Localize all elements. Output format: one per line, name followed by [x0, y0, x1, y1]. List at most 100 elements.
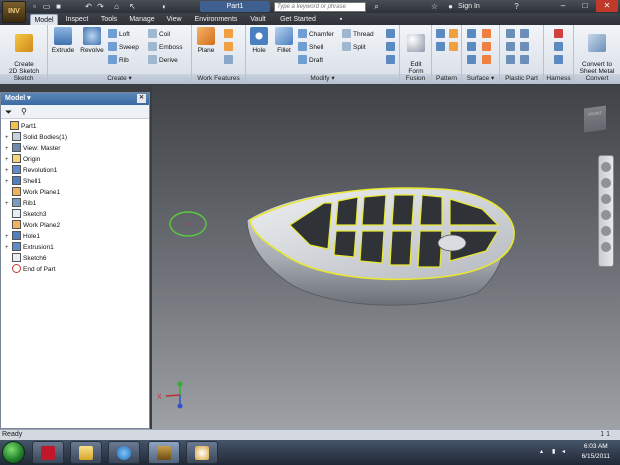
axis-icon[interactable]: [224, 29, 233, 38]
ucs-icon[interactable]: [224, 55, 233, 64]
graphics-viewport[interactable]: X FRONT: [152, 85, 620, 429]
extrude-button[interactable]: Extrude: [50, 27, 76, 54]
minimize-button[interactable]: –: [552, 0, 574, 12]
pan-icon[interactable]: [601, 178, 611, 188]
group-label-modify[interactable]: Modify ▾: [246, 74, 399, 84]
close-button[interactable]: ✕: [596, 0, 618, 12]
tab-manage[interactable]: Manage: [124, 14, 160, 25]
search-input[interactable]: Type a keyword or phrase: [274, 2, 366, 12]
help-icon[interactable]: ?: [512, 2, 521, 11]
point-icon[interactable]: [224, 42, 233, 51]
tray-arrow-icon[interactable]: ▴: [540, 448, 547, 456]
steering-wheel-icon[interactable]: [601, 162, 611, 172]
rib-button[interactable]: Rib: [108, 55, 129, 66]
browser-node[interactable]: + View: Master: [5, 143, 60, 154]
taskbar-app-flashcard[interactable]: [32, 441, 64, 464]
redo-icon[interactable]: ↷: [96, 2, 105, 11]
browser-node[interactable]: Work Plane2: [5, 220, 60, 231]
new-icon[interactable]: ▫: [30, 2, 39, 11]
chamfer-button[interactable]: Chamfer: [298, 29, 334, 40]
mirror-icon[interactable]: [436, 42, 445, 51]
orbit-icon[interactable]: [601, 210, 611, 220]
circular-pattern-icon[interactable]: [449, 29, 458, 38]
coil-button[interactable]: Coil: [148, 29, 170, 40]
ribbon-minimize-icon[interactable]: ▪: [334, 14, 348, 25]
select-icon[interactable]: ↖: [128, 2, 137, 11]
browser-node[interactable]: + Hole1: [5, 231, 40, 242]
browser-node[interactable]: + Extrusion1: [5, 242, 54, 253]
rest-icon[interactable]: [506, 42, 515, 51]
tab-get-started[interactable]: Get Started: [274, 14, 322, 25]
maximize-button[interactable]: □: [574, 0, 596, 12]
sweep-button[interactable]: Sweep: [108, 42, 139, 53]
grill-icon[interactable]: [506, 29, 515, 38]
browser-node[interactable]: + Origin: [5, 154, 40, 165]
pattern-extra-icon[interactable]: [449, 42, 458, 51]
derive-button[interactable]: Derive: [148, 55, 178, 66]
rectangular-pattern-icon[interactable]: [436, 29, 445, 38]
browser-node[interactable]: + Solid Bodies(1): [5, 132, 67, 143]
browser-node[interactable]: Sketch6: [5, 253, 47, 264]
browser-node[interactable]: + Shell1: [5, 176, 41, 187]
tab-tools[interactable]: Tools: [96, 14, 122, 25]
color-override-icon[interactable]: ◐: [160, 2, 169, 11]
replace-face-icon[interactable]: [386, 55, 395, 64]
trim-icon[interactable]: [482, 42, 491, 51]
browser-node[interactable]: + Rib1: [5, 198, 36, 209]
start-button[interactable]: [2, 441, 25, 464]
browser-node[interactable]: End of Part: [5, 264, 56, 275]
binoculars-icon[interactable]: ⌕: [372, 2, 381, 11]
group-label-create[interactable]: Create ▾: [48, 74, 191, 84]
browser-node[interactable]: Sketch3: [5, 209, 47, 220]
tab-inspect[interactable]: Inspect: [60, 14, 94, 25]
tab-vault[interactable]: Vault: [244, 14, 272, 25]
pin-icon[interactable]: [554, 42, 563, 51]
patch-icon[interactable]: [467, 42, 476, 51]
application-menu-button[interactable]: INV: [2, 1, 26, 23]
find-binoculars-icon[interactable]: ⚲: [21, 107, 27, 116]
create-2d-sketch-button[interactable]: Create 2D Sketch: [4, 27, 44, 75]
combine-icon[interactable]: [386, 29, 395, 38]
hole-button[interactable]: Hole: [248, 27, 270, 54]
thread-button[interactable]: Thread: [342, 29, 374, 40]
extend-icon[interactable]: [467, 55, 476, 64]
browser-node[interactable]: + Revolution1: [5, 165, 57, 176]
zoom-icon[interactable]: [601, 194, 611, 204]
taskbar-internet-explorer[interactable]: [108, 441, 140, 464]
browser-close-icon[interactable]: ✕: [137, 94, 146, 103]
group-label-surface[interactable]: Surface ▾: [462, 74, 499, 84]
taskbar-explorer[interactable]: [70, 441, 102, 464]
fillet-button[interactable]: Fillet: [272, 27, 296, 54]
volume-icon[interactable]: ◂: [562, 448, 569, 456]
plane-button[interactable]: Plane: [194, 27, 218, 54]
network-icon[interactable]: ▮: [552, 448, 559, 456]
rule-fillet-icon[interactable]: [506, 55, 515, 64]
loft-button[interactable]: Loft: [108, 29, 130, 40]
browser-node[interactable]: Work Plane1: [5, 187, 60, 198]
viewcube[interactable]: FRONT: [584, 105, 606, 133]
convert-to-sheet-metal-button[interactable]: Convert to Sheet Metal: [576, 27, 618, 75]
home-icon[interactable]: ⌂: [112, 2, 121, 11]
browser-header[interactable]: Model ▾ ✕: [1, 93, 149, 105]
edit-form-button[interactable]: Edit Form: [403, 27, 429, 75]
filter-icon[interactable]: ⏷: [5, 107, 12, 118]
connector-icon[interactable]: [554, 29, 563, 38]
undo-icon[interactable]: ↶: [84, 2, 93, 11]
look-at-icon[interactable]: [601, 226, 611, 236]
draft-button[interactable]: Draft: [298, 55, 323, 66]
open-icon[interactable]: ▭: [42, 2, 51, 11]
taskbar-inventor[interactable]: [148, 441, 180, 464]
browser-node[interactable]: Part1: [3, 121, 37, 132]
split-button[interactable]: Split: [342, 42, 366, 53]
move-face-icon[interactable]: [386, 42, 395, 51]
tab-view[interactable]: View: [162, 14, 186, 25]
save-icon[interactable]: ■: [54, 2, 63, 11]
shell-button[interactable]: Shell: [298, 42, 323, 53]
tab-model[interactable]: Model: [30, 14, 58, 25]
lip-icon[interactable]: [520, 55, 529, 64]
boss-icon[interactable]: [520, 29, 529, 38]
user-icon[interactable]: ●: [446, 2, 455, 11]
navbar-options-icon[interactable]: [601, 242, 611, 252]
tab-environments[interactable]: Environments: [190, 14, 242, 25]
snap-fit-icon[interactable]: [520, 42, 529, 51]
